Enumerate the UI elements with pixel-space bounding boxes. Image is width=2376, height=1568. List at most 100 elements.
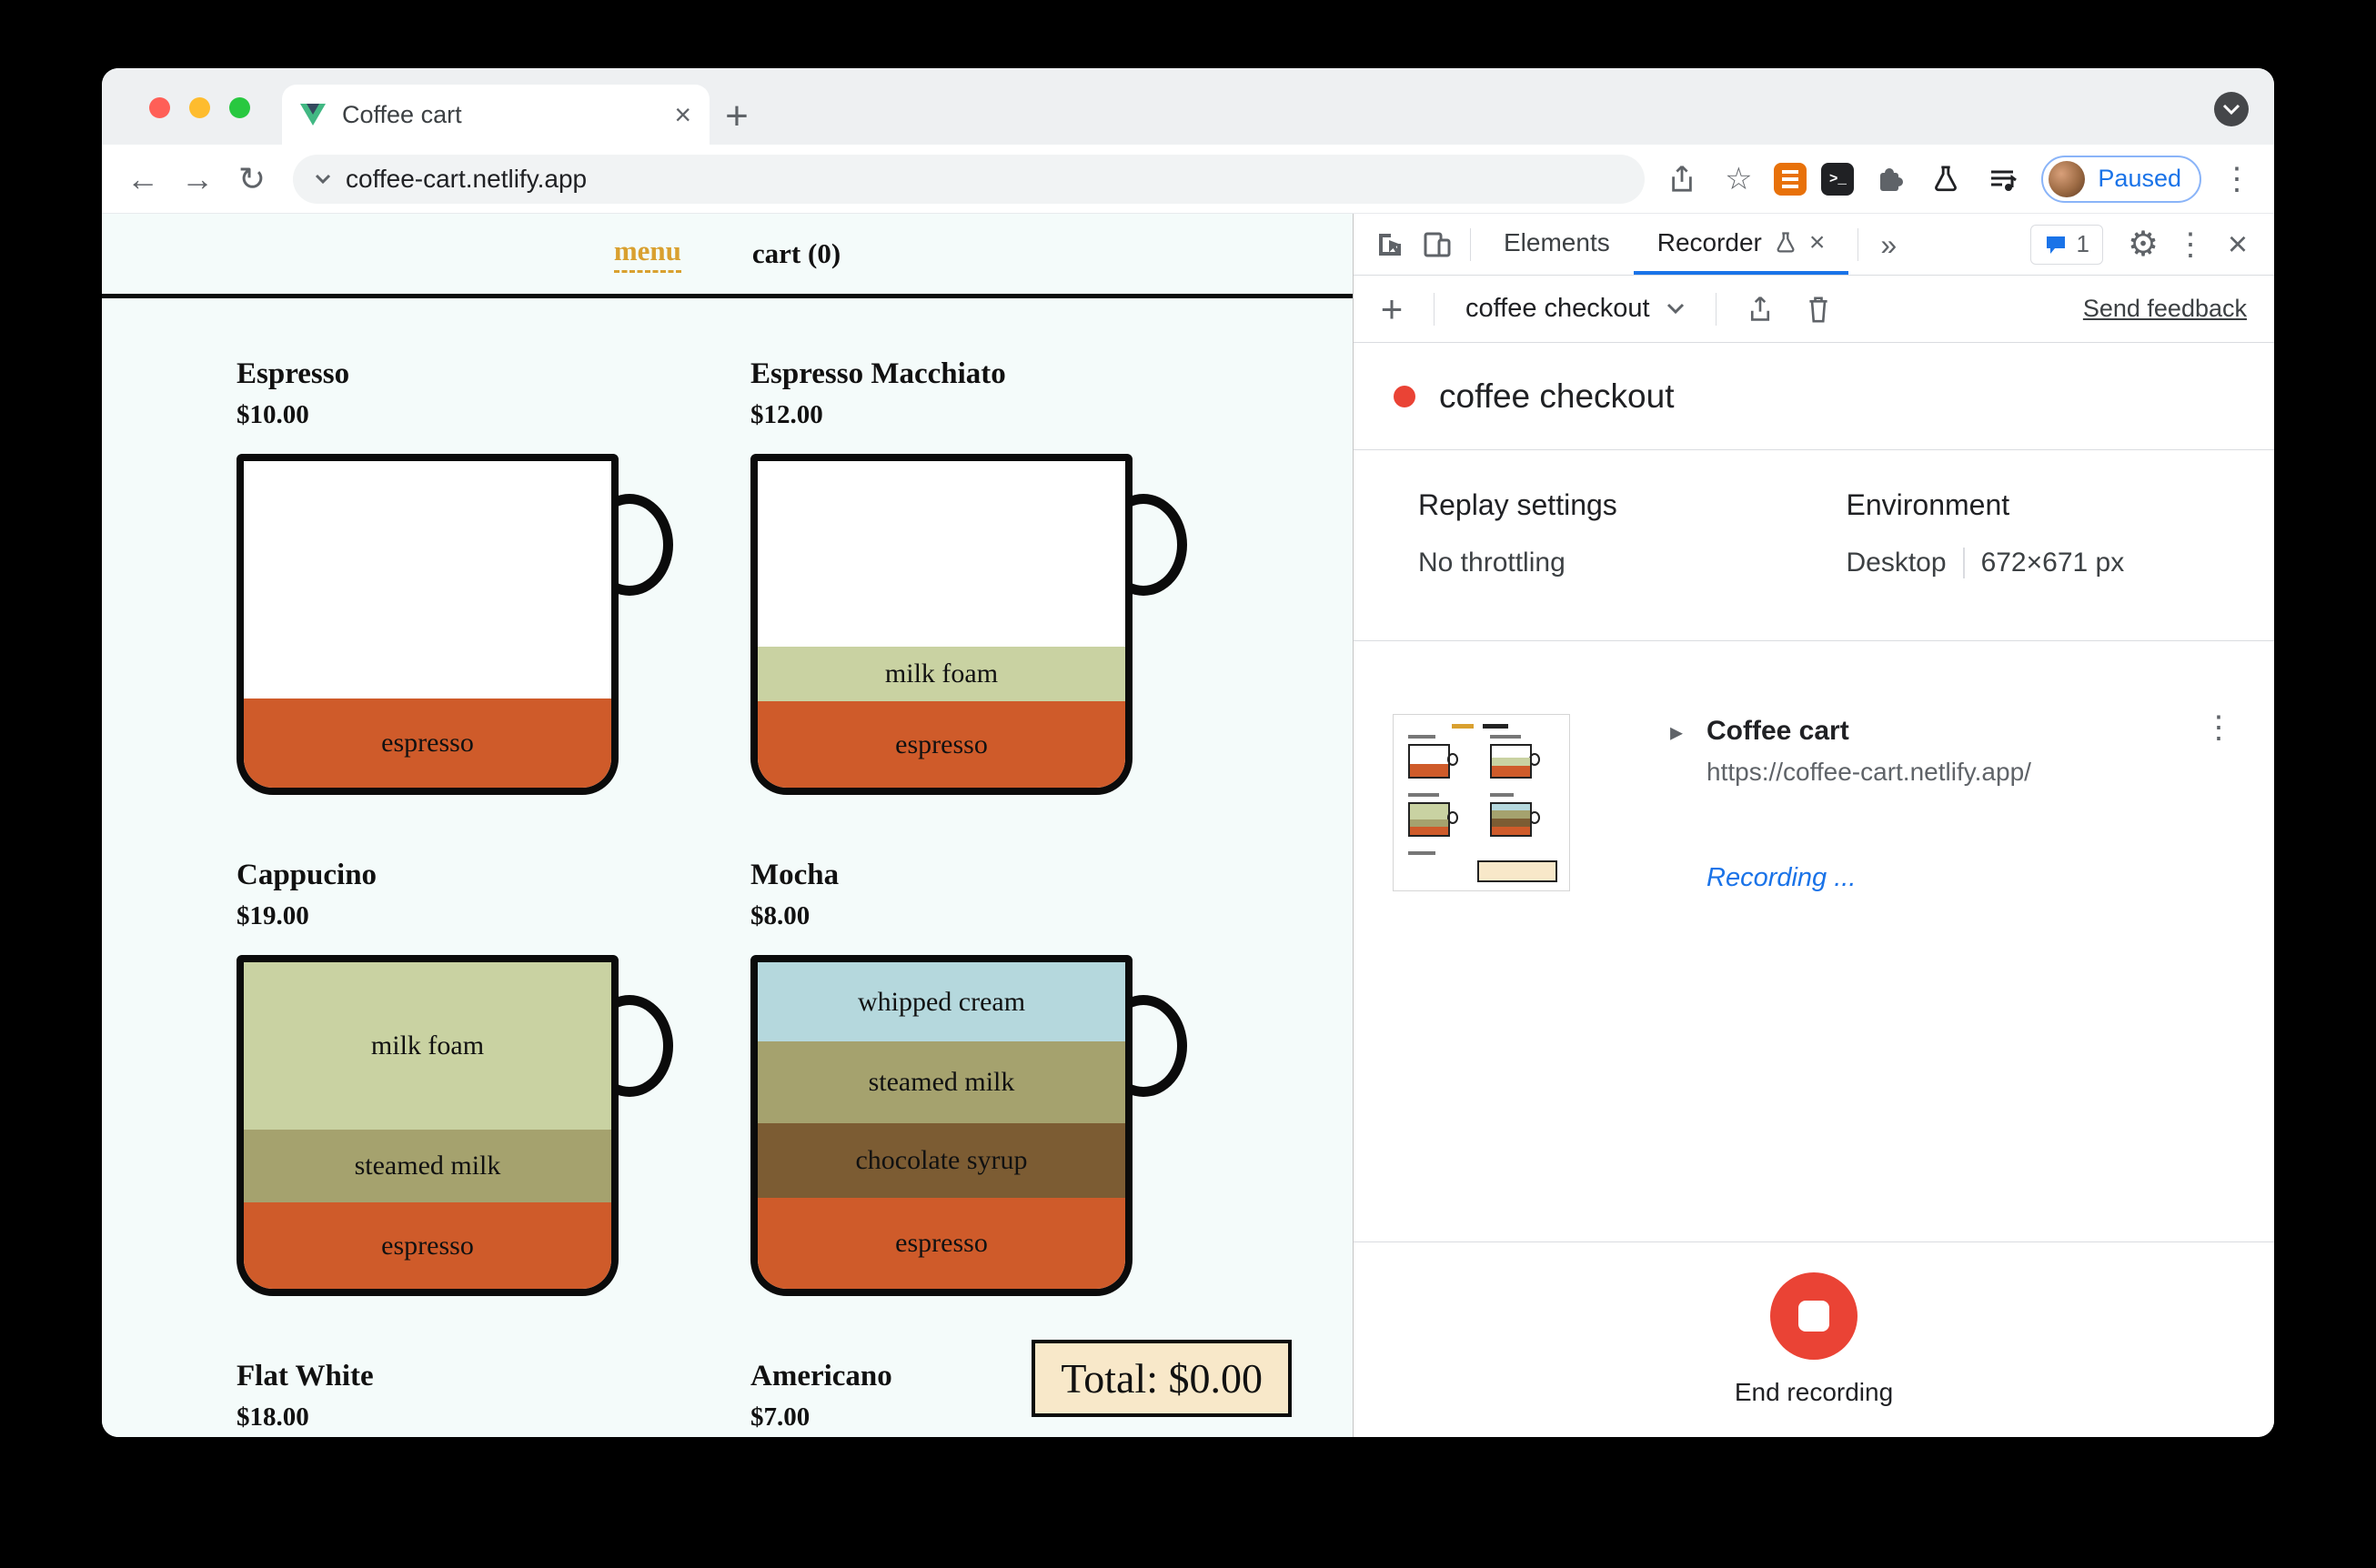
step-title: Coffee cart	[1706, 716, 1849, 746]
thumb-cup	[1490, 802, 1540, 837]
recording-title: coffee checkout	[1439, 377, 1675, 415]
tab-elements[interactable]: Elements	[1480, 214, 1634, 275]
share-button[interactable]	[1661, 158, 1703, 200]
close-recorder-tab-icon[interactable]: ×	[1809, 228, 1826, 256]
device-toolbar-icon	[1424, 232, 1451, 256]
browser-menu-icon[interactable]: ⋮	[2216, 158, 2258, 200]
settings-gear-icon[interactable]: ⚙	[2119, 221, 2167, 268]
step-menu-icon[interactable]: ⋮	[2203, 712, 2234, 743]
close-window-button[interactable]	[149, 97, 170, 118]
toolbar-icons: ☆ >_ Paused ⋮	[1661, 155, 2258, 203]
recorder-footer: End recording	[1354, 1241, 2274, 1437]
thumb-cup	[1490, 744, 1540, 779]
recording-step-thumbnail[interactable]	[1393, 714, 1570, 891]
devtools-panel: Elements Recorder × » 1 ⚙ ⋮ × + coffee c…	[1353, 214, 2274, 1437]
issues-bubble-icon	[2046, 236, 2065, 254]
nav-link-menu[interactable]: menu	[613, 235, 681, 273]
total-button[interactable]: Total: $0.00	[1032, 1340, 1292, 1417]
forward-button[interactable]: →	[173, 155, 222, 204]
divider	[1434, 292, 1435, 326]
product-name: Espresso Macchiato	[750, 357, 1006, 390]
chevron-down-icon	[2222, 104, 2240, 115]
product-card: Espresso $10.00 espresso	[237, 357, 673, 795]
coffee-cup[interactable]: milk foam espresso	[750, 454, 1187, 795]
product-card: Cappucino $19.00 milk foam steamed milk es…	[237, 859, 673, 1296]
minimize-window-button[interactable]	[189, 97, 210, 118]
cup-layer: espresso	[758, 701, 1125, 788]
devtools-menu-icon[interactable]: ⋮	[2167, 221, 2214, 268]
back-button[interactable]: ←	[118, 155, 167, 204]
cup-layer: espresso	[244, 1202, 611, 1289]
product-name: Mocha	[750, 859, 840, 891]
thumb-total-box	[1477, 860, 1557, 882]
extension-orange-icon[interactable]	[1774, 162, 1807, 196]
product-name: Flat White	[237, 1360, 374, 1392]
reload-button[interactable]: ↻	[227, 155, 277, 204]
nav-link-cart[interactable]: cart (0)	[752, 237, 841, 270]
cup-layer: milk foam	[758, 647, 1125, 701]
issues-counter[interactable]: 1	[2029, 224, 2103, 265]
device-toolbar-button[interactable]	[1414, 221, 1461, 268]
thumb-cart-mark	[1483, 724, 1508, 729]
trash-icon	[1808, 296, 1827, 322]
stop-icon	[1798, 1301, 1829, 1332]
thumb-menu-mark	[1452, 724, 1474, 729]
step-expand-icon[interactable]: ▸	[1670, 719, 1683, 745]
recording-select-value: coffee checkout	[1465, 294, 1650, 323]
coffee-cup[interactable]: whipped cream steamed milk chocolate syrup…	[750, 955, 1187, 1296]
coffee-cup[interactable]: espresso	[237, 454, 673, 795]
cup-layer: steamed milk	[244, 1130, 611, 1202]
delete-recording-button[interactable]	[1795, 286, 1842, 333]
replay-settings-section: Replay settings No throttling	[1418, 488, 1847, 640]
send-feedback-link[interactable]: Send feedback	[2083, 295, 2247, 323]
close-devtools-icon[interactable]: ×	[2214, 221, 2261, 268]
bookmark-star-icon[interactable]: ☆	[1717, 158, 1759, 200]
new-tab-button[interactable]: +	[710, 88, 764, 145]
extension-flask-icon[interactable]	[1925, 158, 1967, 200]
environment-section: Environment Desktop 672×671 px	[1847, 488, 2275, 640]
media-queue-icon[interactable]	[1981, 158, 2023, 200]
tab-close-icon[interactable]: ×	[674, 100, 691, 129]
maximize-window-button[interactable]	[229, 97, 250, 118]
tab-search-button[interactable]	[2214, 92, 2249, 126]
stop-recording-button[interactable]	[1770, 1272, 1858, 1360]
cup-layer: whipped cream	[758, 962, 1125, 1041]
devtools-tabbar: Elements Recorder × » 1 ⚙ ⋮ ×	[1354, 214, 2274, 276]
divider	[1470, 227, 1471, 261]
recording-header: coffee checkout	[1354, 343, 2274, 450]
address-bar[interactable]: coffee-cart.netlify.app	[293, 154, 1646, 204]
page-nav: menu cart (0)	[102, 214, 1353, 294]
profile-paused-button[interactable]: Paused	[2041, 155, 2201, 203]
url-text: coffee-cart.netlify.app	[346, 164, 588, 193]
export-recording-button[interactable]	[1737, 286, 1784, 333]
product-price: $18.00	[237, 1402, 309, 1432]
tab-title: Coffee cart	[342, 100, 462, 128]
cup-layer: chocolate syrup	[758, 1123, 1125, 1198]
recording-status: Recording ...	[1706, 863, 1857, 892]
step-url: https://coffee-cart.netlify.app/	[1706, 758, 2031, 786]
inspect-element-button[interactable]	[1366, 221, 1414, 268]
product-grid: Espresso $10.00 espresso Espresso Macchi…	[237, 298, 1353, 1437]
divider	[1962, 548, 1965, 578]
replay-settings-label: Replay settings	[1418, 488, 1617, 521]
extensions-puzzle-icon[interactable]	[1868, 158, 1910, 200]
add-recording-button[interactable]: +	[1370, 289, 1414, 328]
cup-body: milk foam espresso	[750, 454, 1133, 795]
recording-select[interactable]: coffee checkout	[1455, 294, 1696, 324]
share-icon	[1672, 165, 1693, 192]
product-card: Espresso Macchiato $12.00 milk foam espre…	[750, 357, 1187, 795]
tab-recorder[interactable]: Recorder ×	[1633, 214, 1849, 275]
product-name: Espresso	[237, 357, 350, 390]
browser-toolbar: ← → ↻ coffee-cart.netlify.app ☆ >_ Pause…	[102, 145, 2274, 214]
coffee-cup[interactable]: milk foam steamed milk espresso	[237, 955, 673, 1296]
browser-tab[interactable]: Coffee cart ×	[282, 85, 710, 145]
cup-body: espresso	[237, 454, 619, 795]
tab-recorder-label: Recorder	[1656, 227, 1762, 256]
thumb-cup	[1408, 802, 1458, 837]
replay-settings-value[interactable]: No throttling	[1418, 548, 1847, 578]
more-tabs-icon[interactable]: »	[1868, 230, 1909, 259]
product-name: Cappucino	[237, 859, 378, 891]
thumb-cup	[1408, 744, 1458, 779]
inspect-cursor-icon	[1379, 233, 1401, 256]
extension-terminal-icon[interactable]: >_	[1821, 162, 1855, 196]
